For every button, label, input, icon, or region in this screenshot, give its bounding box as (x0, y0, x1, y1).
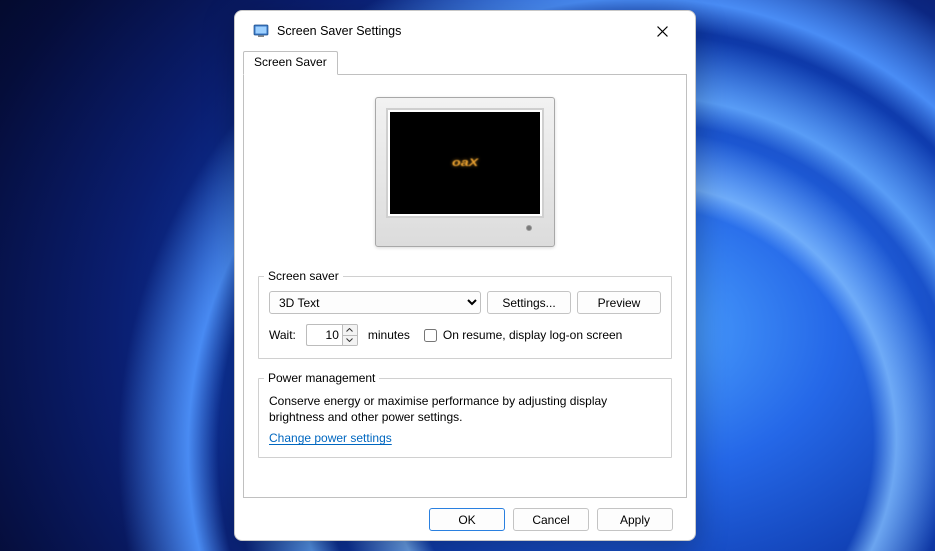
cancel-button[interactable]: Cancel (513, 508, 589, 531)
monitor-led-icon (526, 225, 532, 231)
preview-text: oaX (452, 157, 478, 169)
chevron-down-icon (346, 338, 353, 342)
app-icon (253, 23, 269, 39)
preview-screen: oaX (390, 112, 540, 214)
wait-label: Wait: (269, 328, 296, 342)
chevron-up-icon (346, 328, 353, 332)
window-title: Screen Saver Settings (277, 24, 641, 38)
screensaver-settings-dialog: Screen Saver Settings Screen Saver oaX (234, 10, 696, 541)
tab-strip: Screen Saver (243, 51, 687, 74)
preview-button[interactable]: Preview (577, 291, 661, 314)
wait-input[interactable] (306, 324, 342, 346)
settings-button[interactable]: Settings... (487, 291, 571, 314)
ok-button[interactable]: OK (429, 508, 505, 531)
screensaver-select[interactable]: 3D Text (269, 291, 481, 314)
preview-monitor: oaX (375, 97, 555, 247)
power-group-label: Power management (264, 371, 379, 385)
tab-screensaver[interactable]: Screen Saver (243, 51, 338, 75)
screensaver-group-label: Screen saver (264, 269, 343, 283)
spinner-up[interactable] (343, 325, 357, 336)
titlebar: Screen Saver Settings (235, 11, 695, 51)
power-group: Power management Conserve energy or maxi… (258, 371, 672, 458)
close-button[interactable] (641, 16, 683, 46)
resume-checkbox[interactable] (424, 329, 437, 342)
minutes-label: minutes (368, 328, 410, 342)
change-power-settings-link[interactable]: Change power settings (269, 431, 392, 445)
screensaver-group: Screen saver 3D Text Settings... Preview… (258, 269, 672, 359)
wait-spinner[interactable] (306, 324, 358, 346)
close-icon (657, 26, 668, 37)
spinner-down[interactable] (343, 336, 357, 346)
apply-button[interactable]: Apply (597, 508, 673, 531)
power-text: Conserve energy or maximise performance … (269, 393, 661, 425)
resume-label: On resume, display log-on screen (443, 328, 622, 342)
tab-panel: oaX Screen saver 3D Text Settings... Pre… (243, 74, 687, 498)
